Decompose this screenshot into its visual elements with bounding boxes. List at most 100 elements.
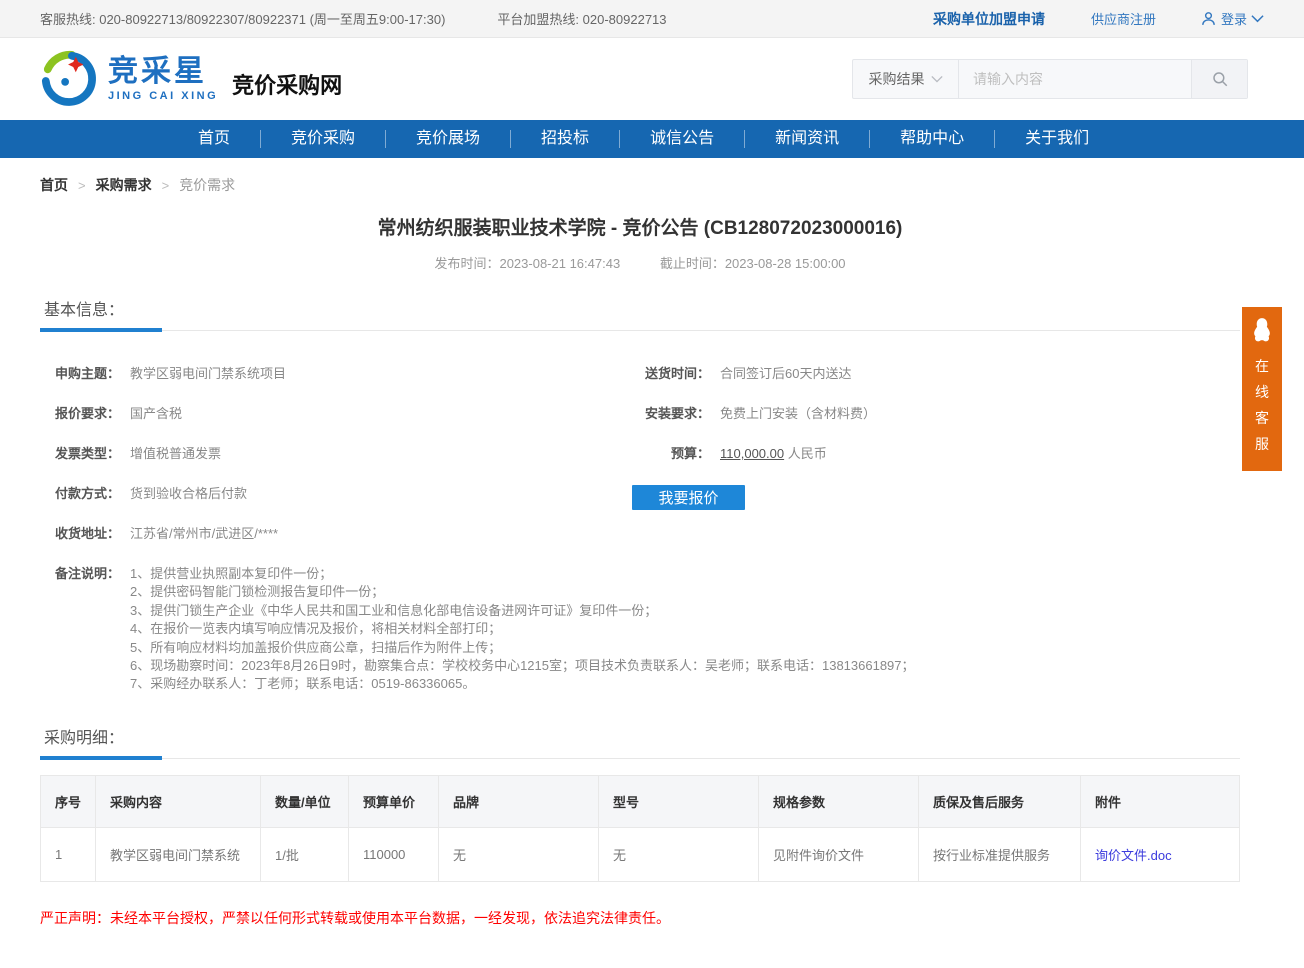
detail-section-title: 采购明细： bbox=[40, 724, 1240, 759]
nav-item-about-us[interactable]: 关于我们 bbox=[995, 130, 1119, 148]
logo-swirl-icon bbox=[40, 50, 98, 108]
remarks-list: 1、提供营业执照副本复印件一份； 2、提供密码智能门锁检测报告复印件一份； 3、… bbox=[130, 565, 915, 694]
qq-penguin-icon bbox=[1248, 317, 1276, 347]
remark-item: 7、采购经办联系人：丁老师；联系电话：0519-86336065。 bbox=[130, 675, 915, 693]
col-header-attachment: 附件 bbox=[1081, 775, 1240, 827]
publish-time: 发布时间：2023-08-21 16:47:43 bbox=[434, 256, 620, 271]
info-row-delivery-time: 送货时间： 合同签订后60天内送达 bbox=[630, 365, 1240, 383]
nav-item-help-center[interactable]: 帮助中心 bbox=[870, 130, 995, 148]
table-row: 1 教学区弱电间门禁系统 1/批 110000 无 无 见附件询价文件 按行业标… bbox=[41, 827, 1240, 881]
table-header-row: 序号 采购内容 数量/单位 预算单价 品牌 型号 规格参数 质保及售后服务 附件 bbox=[41, 775, 1240, 827]
platform-hotline: 平台加盟热线: 020-80922713 bbox=[497, 9, 666, 28]
field-value: 合同签订后60天内送达 bbox=[720, 365, 851, 383]
supplier-register-link[interactable]: 供应商注册 bbox=[1091, 9, 1156, 28]
search-category-label: 采购结果 bbox=[869, 69, 925, 89]
remarks-label: 备注说明： bbox=[40, 565, 120, 694]
main-content: 首页 > 采购需求 > 竞价需求 常州纺织服装职业技术学院 - 竞价公告 (CB… bbox=[40, 175, 1240, 968]
field-label: 报价要求： bbox=[40, 405, 120, 423]
nav-item-news[interactable]: 新闻资讯 bbox=[745, 130, 870, 148]
field-value: 江苏省/常州市/武进区/**** bbox=[130, 525, 278, 543]
nav-item-bidding-procurement[interactable]: 竞价采购 bbox=[261, 130, 386, 148]
col-header-seq: 序号 bbox=[41, 775, 96, 827]
chevron-down-icon bbox=[931, 75, 943, 83]
cell-service: 按行业标准提供服务 bbox=[919, 827, 1081, 881]
breadcrumb-home[interactable]: 首页 bbox=[40, 175, 68, 195]
info-row-budget: 预算： 110,000.00 人民币 bbox=[630, 445, 1240, 463]
remarks-section: 备注说明： 1、提供营业执照副本复印件一份； 2、提供密码智能门锁检测报告复印件… bbox=[40, 565, 1240, 694]
nav-item-integrity-notice[interactable]: 诚信公告 bbox=[620, 130, 745, 148]
service-hotline: 客服热线: 020-80922713/80922307/80922371 (周一… bbox=[40, 9, 445, 28]
budget-amount[interactable]: 110,000.00 bbox=[720, 446, 784, 461]
breadcrumb-bidding-demand: 竞价需求 bbox=[179, 175, 235, 195]
field-label: 申购主题： bbox=[40, 365, 120, 383]
remark-item: 3、提供门锁生产企业《中华人民共和国工业和信息化部电信设备进网许可证》复印件一份… bbox=[130, 602, 915, 620]
breadcrumb-separator: > bbox=[162, 178, 170, 193]
procurement-detail-table: 序号 采购内容 数量/单位 预算单价 品牌 型号 规格参数 质保及售后服务 附件… bbox=[40, 775, 1240, 882]
info-row-install-requirement: 安装要求： 免费上门安装（含材料费） bbox=[630, 405, 1240, 423]
col-header-brand: 品牌 bbox=[439, 775, 599, 827]
budget-currency: 人民币 bbox=[784, 446, 827, 461]
col-header-service: 质保及售后服务 bbox=[919, 775, 1081, 827]
info-row-quote-requirement: 报价要求： 国产含税 bbox=[40, 405, 630, 423]
legal-statement: 严正声明：未经本平台授权，严禁以任何形式转载或使用本平台数据，一经发现，依法追究… bbox=[40, 908, 1240, 928]
col-header-content: 采购内容 bbox=[96, 775, 261, 827]
deadline-time: 截止时间：2023-08-28 15:00:00 bbox=[660, 256, 846, 271]
breadcrumb-procurement-demand[interactable]: 采购需求 bbox=[96, 175, 152, 195]
remark-item: 1、提供营业执照副本复印件一份； bbox=[130, 565, 915, 583]
nav-item-tenders[interactable]: 招投标 bbox=[511, 130, 620, 148]
cell-seq: 1 bbox=[41, 827, 96, 881]
basic-info-grid: 申购主题： 教学区弱电间门禁系统项目 报价要求： 国产含税 发票类型： 增值税普… bbox=[40, 365, 1240, 565]
cell-spec: 见附件询价文件 bbox=[759, 827, 919, 881]
search-category-select[interactable]: 采购结果 bbox=[853, 60, 959, 98]
quote-button[interactable]: 我要报价 bbox=[632, 485, 745, 510]
search-input[interactable] bbox=[959, 60, 1191, 98]
site-logo[interactable]: 竞采星 JING CAI XING bbox=[40, 50, 218, 108]
info-row-delivery-address: 收货地址： 江苏省/常州市/武进区/**** bbox=[40, 525, 630, 543]
basic-info-section-title: 基本信息： bbox=[40, 296, 1240, 331]
site-header: 竞采星 JING CAI XING 竞价采购网 采购结果 bbox=[0, 38, 1304, 120]
info-row-payment-method: 付款方式： 货到验收合格后付款 bbox=[40, 485, 630, 503]
search-box: 采购结果 bbox=[852, 59, 1248, 99]
field-label: 安装要求： bbox=[630, 405, 710, 423]
remark-item: 2、提供密码智能门锁检测报告复印件一份； bbox=[130, 583, 915, 601]
search-button[interactable] bbox=[1191, 60, 1247, 98]
remark-item: 6、现场勘察时间：2023年8月26日9时，勘察集合点：学校校务中心1215室；… bbox=[130, 657, 915, 675]
cell-unit-price: 110000 bbox=[349, 827, 439, 881]
field-value: 增值税普通发票 bbox=[130, 445, 221, 463]
cell-qty-unit: 1/批 bbox=[261, 827, 349, 881]
col-header-qty-unit: 数量/单位 bbox=[261, 775, 349, 827]
cell-model: 无 bbox=[599, 827, 759, 881]
remark-item: 5、所有响应材料均加盖报价供应商公章，扫描后作为附件上传； bbox=[130, 639, 915, 657]
col-header-unit-price: 预算单价 bbox=[349, 775, 439, 827]
online-customer-service-button[interactable]: 在线客服 bbox=[1242, 307, 1282, 471]
field-label: 收货地址： bbox=[40, 525, 120, 543]
chevron-down-icon bbox=[1251, 14, 1264, 23]
notice-dates: 发布时间：2023-08-21 16:47:43 截止时间：2023-08-28… bbox=[40, 253, 1240, 272]
user-icon bbox=[1200, 10, 1217, 27]
login-button[interactable]: 登录 bbox=[1200, 9, 1264, 28]
customer-service-label: 在线客服 bbox=[1242, 353, 1282, 457]
logo-subtext: JING CAI XING bbox=[108, 91, 218, 102]
field-label: 预算： bbox=[630, 445, 710, 463]
col-header-spec: 规格参数 bbox=[759, 775, 919, 827]
field-value: 国产含税 bbox=[130, 405, 182, 423]
field-label: 送货时间： bbox=[630, 365, 710, 383]
field-label: 发票类型： bbox=[40, 445, 120, 463]
nav-item-home[interactable]: 首页 bbox=[168, 130, 261, 148]
notice-title: 常州纺织服装职业技术学院 - 竞价公告 (CB128072023000016) bbox=[40, 213, 1240, 240]
field-value: 货到验收合格后付款 bbox=[130, 485, 247, 503]
breadcrumb: 首页 > 采购需求 > 竞价需求 bbox=[40, 175, 1240, 195]
logo-text: 竞采星 bbox=[108, 57, 218, 87]
main-nav: 首页 竞价采购 竞价展场 招投标 诚信公告 新闻资讯 帮助中心 关于我们 bbox=[0, 120, 1304, 158]
info-row-invoice-type: 发票类型： 增值税普通发票 bbox=[40, 445, 630, 463]
search-icon bbox=[1211, 70, 1229, 88]
attachment-link[interactable]: 询价文件.doc bbox=[1095, 848, 1172, 863]
field-label: 付款方式： bbox=[40, 485, 120, 503]
site-name: 竞价采购网 bbox=[232, 68, 342, 100]
nav-item-bidding-hall[interactable]: 竞价展场 bbox=[386, 130, 511, 148]
top-utility-bar: 客服热线: 020-80922713/80922307/80922371 (周一… bbox=[0, 0, 1304, 38]
breadcrumb-separator: > bbox=[78, 178, 86, 193]
field-value: 免费上门安装（含材料费） bbox=[720, 405, 876, 423]
purchaser-join-link[interactable]: 采购单位加盟申请 bbox=[933, 9, 1045, 29]
cell-content: 教学区弱电间门禁系统 bbox=[96, 827, 261, 881]
